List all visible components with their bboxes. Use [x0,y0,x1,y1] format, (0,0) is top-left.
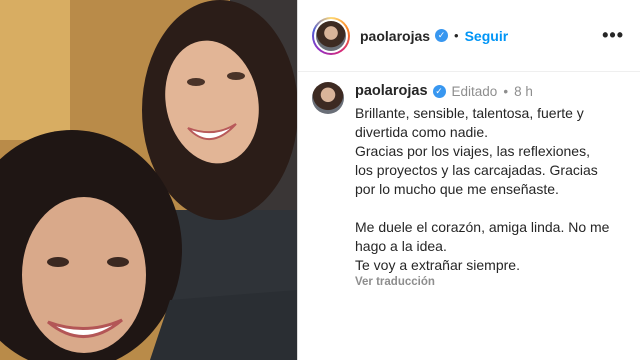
avatar [316,20,346,51]
username-link[interactable]: paolarojas [360,28,430,44]
caption-line: Te voy a extrañar siempre. [355,257,520,273]
caption-line: hago a la idea. [355,238,447,254]
caption-line: Gracias por los viajes, las reflexiones, [355,143,590,159]
caption: paolarojas ✓ Editado • 8 h Brillante, se… [312,80,630,288]
caption-line: Brillante, sensible, talentosa, fuerte y [355,105,584,121]
caption-line: los proyectos y las carcajadas. Gracias [355,162,598,178]
verified-badge-icon: ✓ [432,84,446,98]
edited-label: Editado [451,83,498,99]
caption-avatar[interactable] [312,82,344,114]
caption-text: Brillante, sensible, talentosa, fuerte y… [355,104,630,275]
caption-username-link[interactable]: paolarojas [355,83,428,99]
post-photo[interactable] [0,0,297,360]
caption-line: por lo mucho que me enseñaste. [355,181,559,197]
separator-dot: • [454,28,459,43]
more-options-icon[interactable]: ••• [602,26,624,44]
see-translation-link[interactable]: Ver traducción [355,276,630,288]
separator-dot: • [503,83,509,99]
caption-line: divertida como nadie. [355,124,489,140]
post-header: paolarojas ✓ • Seguir ••• [298,0,640,72]
selfie-image [0,0,297,360]
verified-badge-icon: ✓ [435,29,449,42]
caption-body: paolarojas ✓ Editado • 8 h Brillante, se… [355,80,630,288]
follow-button[interactable]: Seguir [465,28,509,44]
post-time[interactable]: 8 h [514,84,533,99]
story-avatar[interactable] [312,16,350,55]
caption-line: Me duele el corazón, amiga linda. No me [355,219,610,235]
caption-header: paolarojas ✓ Editado • 8 h [355,80,630,102]
